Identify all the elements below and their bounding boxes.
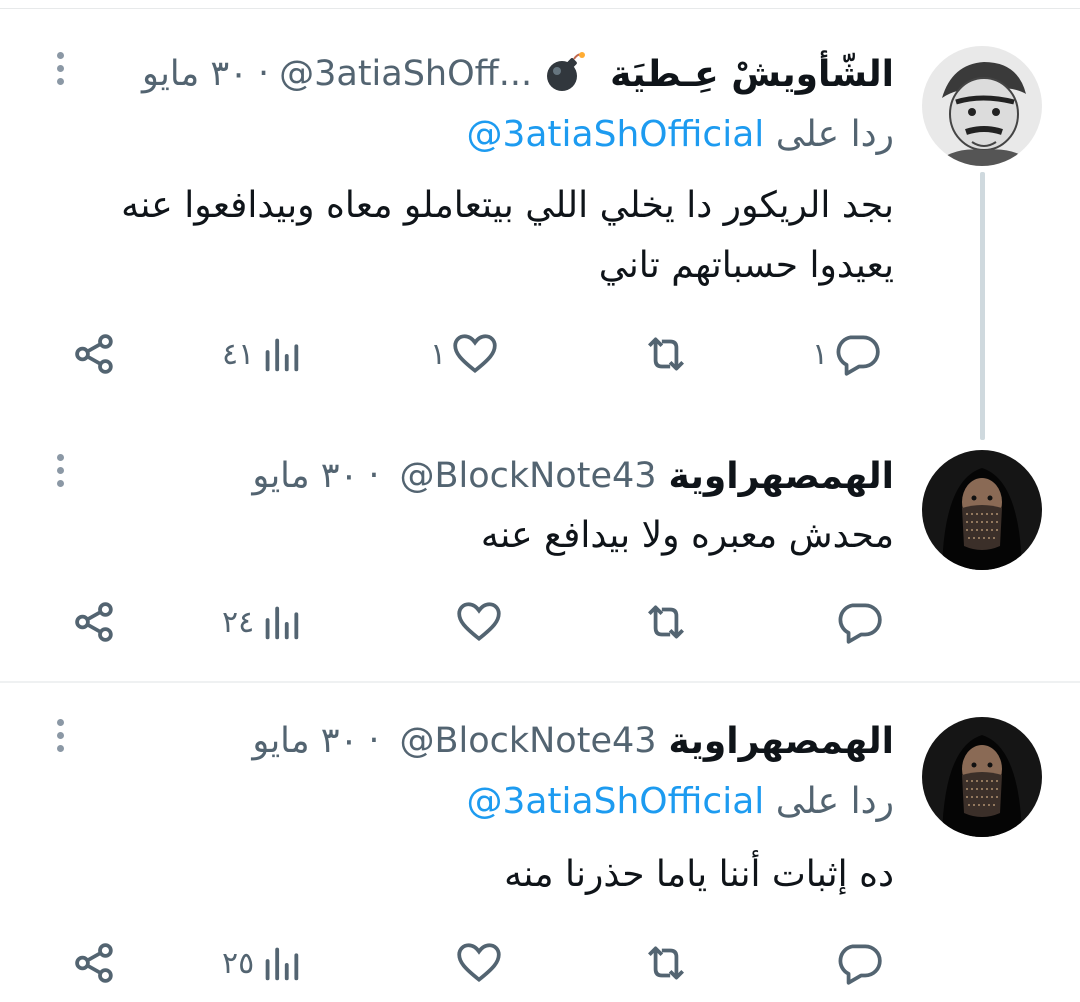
share-icon [75,602,113,642]
views-icon [265,338,299,372]
display-name[interactable]: الهمصهراوية [669,456,894,497]
views-button[interactable]: ٢٤ [222,592,304,652]
reply-button[interactable] [834,592,884,652]
action-bar: ٢٥ [70,933,890,993]
heart-icon [453,334,497,374]
retweet-button[interactable] [640,592,692,652]
bomb-icon [544,51,586,97]
share-icon [75,943,113,983]
views-button[interactable]: ٤١ [222,324,304,384]
tweet-header: الهمصهراوية @BlockNote43 · ۳۰ مايو [252,448,894,504]
tweet-text-line: ده إثبات أننا ياما حذرنا منه [504,854,894,895]
tweet-1[interactable]: الشّأويشْ عِـطيَة @3atiaShOff... · ۳۰ ما… [0,0,1080,440]
tweet-text: ده إثبات أننا ياما حذرنا منه [54,845,894,905]
avatar[interactable] [922,717,1042,837]
views-count: ٢٤ [222,604,255,640]
avatar[interactable] [922,46,1042,166]
share-icon [75,334,113,374]
share-button[interactable] [70,324,120,384]
share-button[interactable] [70,933,120,993]
reply-icon [836,335,880,376]
retweet-button[interactable] [640,933,692,993]
views-count: ٤١ [222,336,255,372]
views-icon [265,947,299,981]
handle[interactable]: @BlockNote43 [399,456,656,496]
action-bar: ٤١ ۱ ۱ [70,324,890,384]
timestamp[interactable]: ۳۰ مايو [252,721,358,761]
display-name[interactable]: الهمصهراوية [669,721,894,762]
dot-separator: · [368,456,380,496]
tweet-text: محدش معبره ولا بيدافع عنه [54,506,894,566]
heart-icon [457,943,501,983]
retweet-button[interactable] [640,324,692,384]
replies-count: ۱ [812,336,829,372]
thread-connector [980,172,985,440]
views-button[interactable]: ٢٥ [222,933,304,993]
reply-mention-link[interactable]: @3atiaShOfficial [466,781,764,822]
views-icon [265,606,299,640]
reply-mention-link[interactable]: @3atiaShOfficial [466,114,764,155]
action-bar: ٢٤ [70,592,890,652]
timestamp[interactable]: ۳۰ مايو [252,456,358,496]
reply-icon [838,603,882,644]
dot-separator: · [257,54,270,94]
tweet-2[interactable]: الهمصهراوية @BlockNote43 · ۳۰ مايو محدش … [0,440,1080,680]
more-options-icon[interactable] [50,719,70,763]
handle[interactable]: @3atiaShOff... [279,54,532,94]
tweet-text-line: بجد الريكور دا يخلي اللي بيتعاملو معاه و… [121,185,894,226]
tweet-text: بجد الريكور دا يخلي اللي بيتعاملو معاه و… [54,176,894,296]
tweet-text-line: يعيدوا حسباتهم تاني [598,245,894,286]
tweet-text-line: محدش معبره ولا بيدافع عنه [480,515,894,556]
tweet-3[interactable]: الهمصهراوية @BlockNote43 · ۳۰ مايو ردا ع… [0,683,1080,1002]
heart-icon [457,602,501,642]
reply-prefix: ردا على [775,781,894,822]
more-options-icon[interactable] [50,454,70,498]
replying-to: ردا على @3atiaShOfficial [466,781,894,822]
share-button[interactable] [70,592,120,652]
more-options-icon[interactable] [50,52,70,96]
retweet-icon [648,605,684,639]
reply-icon [838,944,882,985]
timestamp[interactable]: ۳۰ مايو [142,54,248,94]
reply-prefix: ردا على [775,114,894,155]
replying-to: ردا على @3atiaShOfficial [466,114,894,155]
like-button[interactable] [454,933,504,993]
reply-button[interactable]: ۱ [812,324,882,384]
like-button[interactable] [454,592,504,652]
tweet-header: الشّأويشْ عِـطيَة @3atiaShOff... · ۳۰ ما… [142,46,894,102]
handle[interactable]: @BlockNote43 [399,721,656,761]
tweet-header: الهمصهراوية @BlockNote43 · ۳۰ مايو [252,713,894,769]
dot-separator: · [368,721,380,761]
retweet-icon [648,337,684,371]
likes-count: ۱ [430,336,447,372]
like-button[interactable]: ۱ [430,324,500,384]
retweet-icon [648,946,684,980]
views-count: ٢٥ [222,945,255,981]
display-name[interactable]: الشّأويشْ عِـطيَة [610,54,894,95]
avatar[interactable] [922,450,1042,570]
reply-button[interactable] [834,933,884,993]
